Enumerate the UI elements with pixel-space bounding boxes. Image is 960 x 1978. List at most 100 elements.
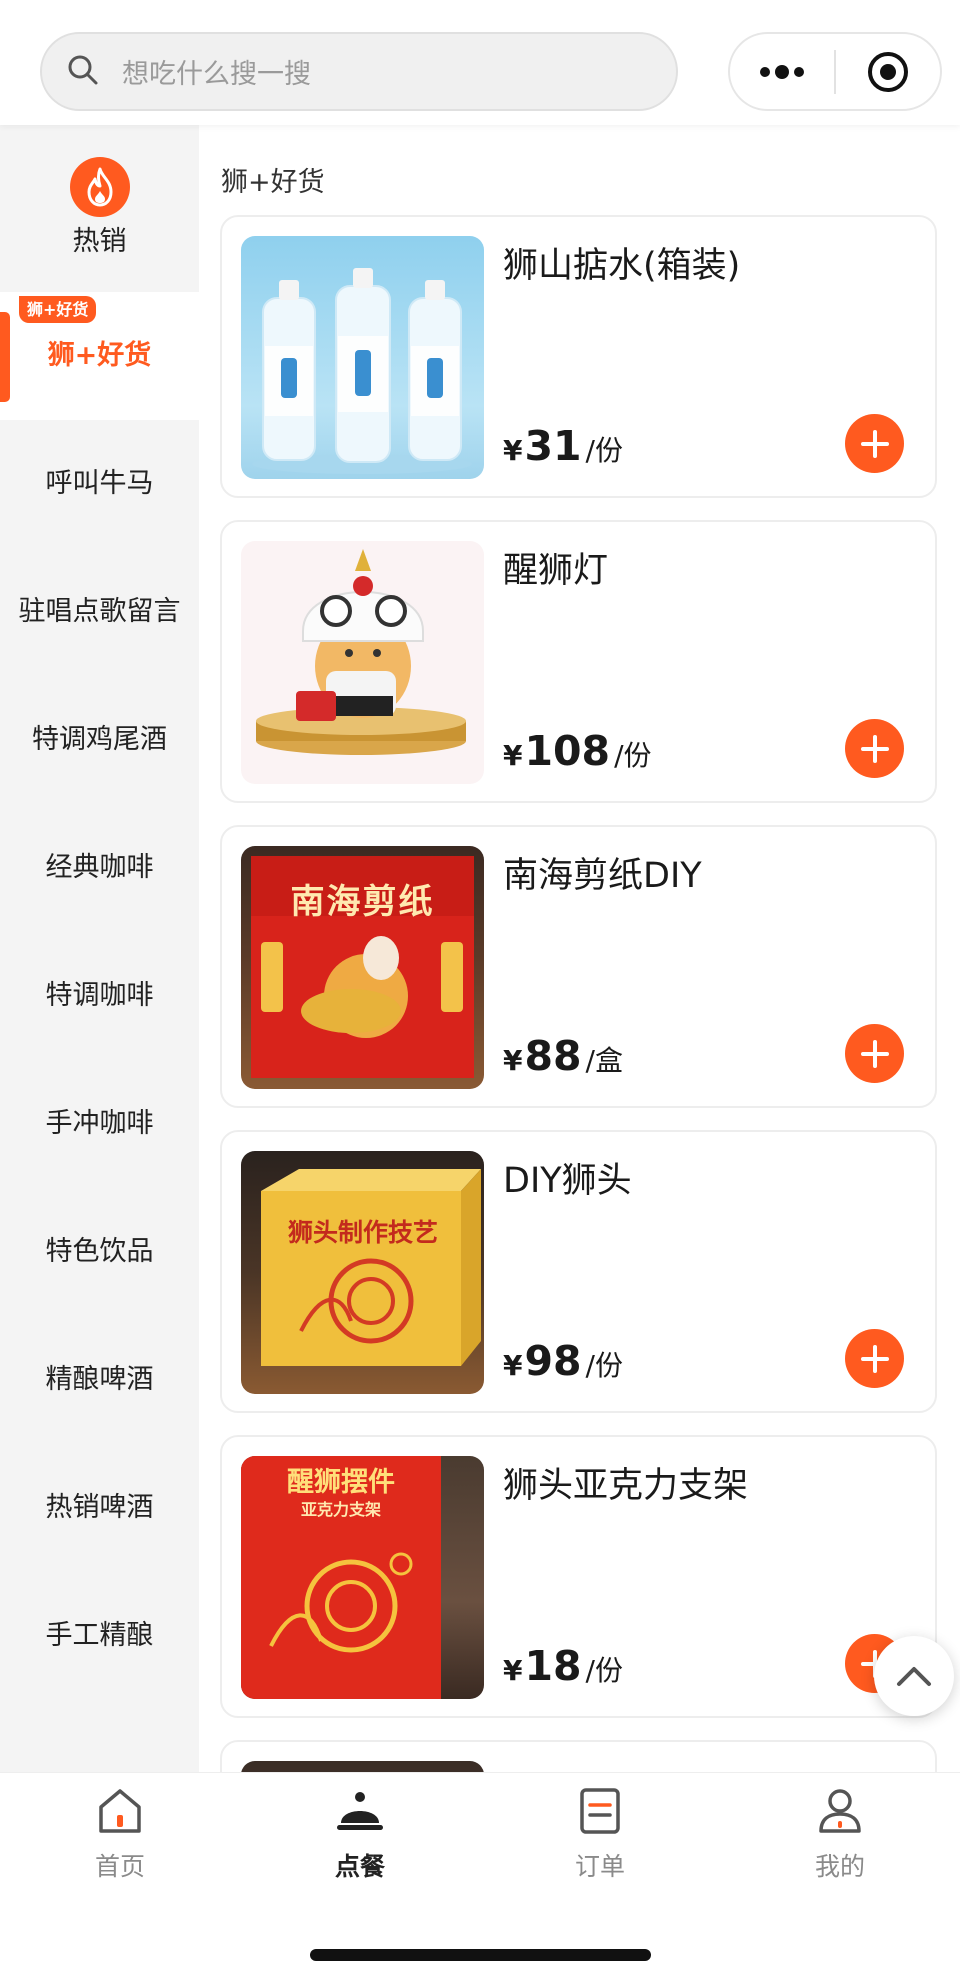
tab-label: 点餐 bbox=[334, 1852, 385, 1881]
product-image-sublabel: 亚克力支架 bbox=[300, 1500, 381, 1519]
search-bar[interactable]: 想吃什么搜一搜 bbox=[40, 32, 678, 111]
sidebar-item-label: 手冲咖啡 bbox=[45, 1108, 154, 1139]
sidebar-item-label: 特色饮品 bbox=[45, 1236, 154, 1267]
back-to-top-button[interactable] bbox=[874, 1636, 954, 1716]
plus-icon bbox=[860, 1344, 889, 1373]
product-image-label: 醒狮摆件 bbox=[287, 1467, 395, 1498]
sidebar-item-label: 经典咖啡 bbox=[45, 852, 154, 883]
sidebar-item-label: 热销啤酒 bbox=[45, 1492, 154, 1523]
sidebar-item-special-coffee[interactable]: 特调咖啡 bbox=[0, 932, 199, 1060]
product-card[interactable]: 狮山掂水(箱装) ¥31/份 bbox=[220, 215, 937, 498]
product-image: 南海剪纸 bbox=[241, 846, 484, 1089]
product-card[interactable]: 醒狮灯 ¥108/份 bbox=[220, 520, 937, 803]
tab-label: 我的 bbox=[814, 1852, 865, 1881]
price-value: 31 bbox=[524, 422, 582, 470]
price-value: 88 bbox=[524, 1032, 582, 1080]
product-image bbox=[241, 1761, 484, 1772]
currency-symbol: ¥ bbox=[503, 1349, 523, 1382]
product-name: 狮山掂水(箱装) bbox=[503, 246, 741, 286]
add-to-cart-button[interactable] bbox=[845, 414, 904, 473]
product-image-label: 狮头制作技艺 bbox=[287, 1218, 438, 1247]
price-value: 18 bbox=[524, 1642, 582, 1690]
price-unit: /份 bbox=[585, 1349, 623, 1382]
sidebar-item-hot-beer[interactable]: 热销啤酒 bbox=[0, 1444, 199, 1572]
flame-icon bbox=[69, 156, 130, 217]
plus-icon bbox=[860, 734, 889, 763]
price-unit: /份 bbox=[614, 739, 652, 772]
top-bar: 想吃什么搜一搜 bbox=[0, 0, 960, 125]
currency-symbol: ¥ bbox=[503, 434, 523, 467]
page: 想吃什么搜一搜 热销 狮+好货 狮+好货 呼叫牛马 驻唱点歌留言 特调鸡尾酒 经… bbox=[0, 0, 960, 1978]
product-image: 狮头制作技艺 bbox=[241, 1151, 484, 1394]
sidebar-item-craft-beer[interactable]: 精酿啤酒 bbox=[0, 1316, 199, 1444]
product-price: ¥88/盒 bbox=[503, 1032, 623, 1080]
currency-symbol: ¥ bbox=[503, 1654, 523, 1687]
sidebar-item-hot[interactable]: 热销 bbox=[0, 125, 199, 292]
sidebar-item-cocktail[interactable]: 特调鸡尾酒 bbox=[0, 676, 199, 804]
product-card[interactable]: 南海剪纸 南海剪纸DIY ¥88/盒 bbox=[220, 825, 937, 1108]
product-image: 醒狮摆件 亚克力支架 bbox=[241, 1456, 484, 1699]
tab-label: 首页 bbox=[94, 1852, 145, 1881]
sidebar-item-classic-coffee[interactable]: 经典咖啡 bbox=[0, 804, 199, 932]
add-to-cart-button[interactable] bbox=[845, 719, 904, 778]
price-value: 108 bbox=[524, 727, 611, 775]
sidebar-item-call-service[interactable]: 呼叫牛马 bbox=[0, 420, 199, 548]
tab-orders[interactable]: 订单 bbox=[480, 1773, 720, 1903]
plus-icon bbox=[860, 429, 889, 458]
sidebar-item-lion-goods[interactable]: 狮+好货 狮+好货 bbox=[0, 292, 199, 420]
tab-home[interactable]: 首页 bbox=[0, 1773, 240, 1903]
tab-label: 订单 bbox=[574, 1852, 625, 1881]
product-name: 狮头亚克力支架 bbox=[503, 1466, 749, 1506]
product-name: 醒狮灯 bbox=[503, 551, 609, 591]
more-icon bbox=[760, 64, 804, 79]
product-card[interactable]: 醒狮摆件 亚克力支架 狮头亚克力支架 ¥18/份 bbox=[220, 1435, 937, 1718]
product-name: 南海剪纸DIY bbox=[503, 856, 702, 896]
product-image bbox=[241, 541, 484, 784]
product-image bbox=[241, 236, 484, 479]
product-price: ¥18/份 bbox=[503, 1642, 623, 1690]
price-value: 98 bbox=[524, 1337, 582, 1385]
sidebar-item-label: 呼叫牛马 bbox=[45, 468, 154, 499]
search-icon bbox=[66, 53, 100, 91]
user-icon bbox=[819, 1789, 861, 1833]
section-title: 狮+好货 bbox=[221, 167, 325, 198]
more-button[interactable] bbox=[730, 34, 834, 109]
bottom-tab-bar: 首页 点餐 订单 我的 bbox=[0, 1772, 960, 1978]
sidebar-item-label: 特调鸡尾酒 bbox=[32, 724, 167, 755]
home-indicator bbox=[310, 1949, 651, 1961]
product-card[interactable] bbox=[220, 1740, 937, 1772]
product-price: ¥98/份 bbox=[503, 1337, 623, 1385]
add-to-cart-button[interactable] bbox=[845, 1329, 904, 1388]
cloche-icon bbox=[337, 1792, 383, 1830]
price-unit: /盒 bbox=[585, 1044, 623, 1077]
product-list: 狮+好货 狮山掂水(箱装) ¥31/份 醒狮灯 ¥ 108 /份 南海剪纸 南海… bbox=[199, 125, 960, 1772]
sidebar-item-label: 驻唱点歌留言 bbox=[18, 596, 181, 627]
product-card[interactable]: 狮头制作技艺 DIY狮头 ¥98/份 bbox=[220, 1130, 937, 1413]
tab-profile[interactable]: 我的 bbox=[720, 1773, 960, 1903]
sidebar-item-song-request[interactable]: 驻唱点歌留言 bbox=[0, 548, 199, 676]
search-placeholder: 想吃什么搜一搜 bbox=[122, 59, 311, 90]
sidebar-item-handmade-brew[interactable]: 手工精酿 bbox=[0, 1572, 199, 1700]
sidebar-item-special-drinks[interactable]: 特色饮品 bbox=[0, 1188, 199, 1316]
chevron-up-icon bbox=[897, 1667, 931, 1686]
add-to-cart-button[interactable] bbox=[845, 1024, 904, 1083]
category-sidebar: 热销 狮+好货 狮+好货 呼叫牛马 驻唱点歌留言 特调鸡尾酒 经典咖啡 特调咖啡… bbox=[0, 125, 199, 1772]
currency-symbol: ¥ bbox=[503, 739, 523, 772]
sidebar-item-label: 狮+好货 bbox=[47, 340, 152, 371]
tab-order-food[interactable]: 点餐 bbox=[240, 1773, 480, 1903]
plus-icon bbox=[860, 1039, 889, 1068]
sidebar-item-label: 特调咖啡 bbox=[45, 980, 154, 1011]
sidebar-item-label: 热销 bbox=[72, 225, 127, 257]
category-tag-badge: 狮+好货 bbox=[19, 296, 97, 323]
product-price: ¥108/份 bbox=[503, 727, 652, 775]
sidebar-item-label: 手工精酿 bbox=[45, 1620, 154, 1651]
currency-symbol: ¥ bbox=[503, 1044, 523, 1077]
sidebar-item-pour-over-coffee[interactable]: 手冲咖啡 bbox=[0, 1060, 199, 1188]
price-unit: /份 bbox=[585, 434, 623, 467]
home-icon bbox=[99, 1789, 141, 1833]
product-price: ¥31/份 bbox=[503, 422, 623, 470]
product-image-label: 南海剪纸 bbox=[290, 882, 435, 922]
close-miniprogram-button[interactable] bbox=[836, 34, 940, 109]
target-icon bbox=[867, 51, 908, 92]
product-name: DIY狮头 bbox=[503, 1161, 632, 1201]
